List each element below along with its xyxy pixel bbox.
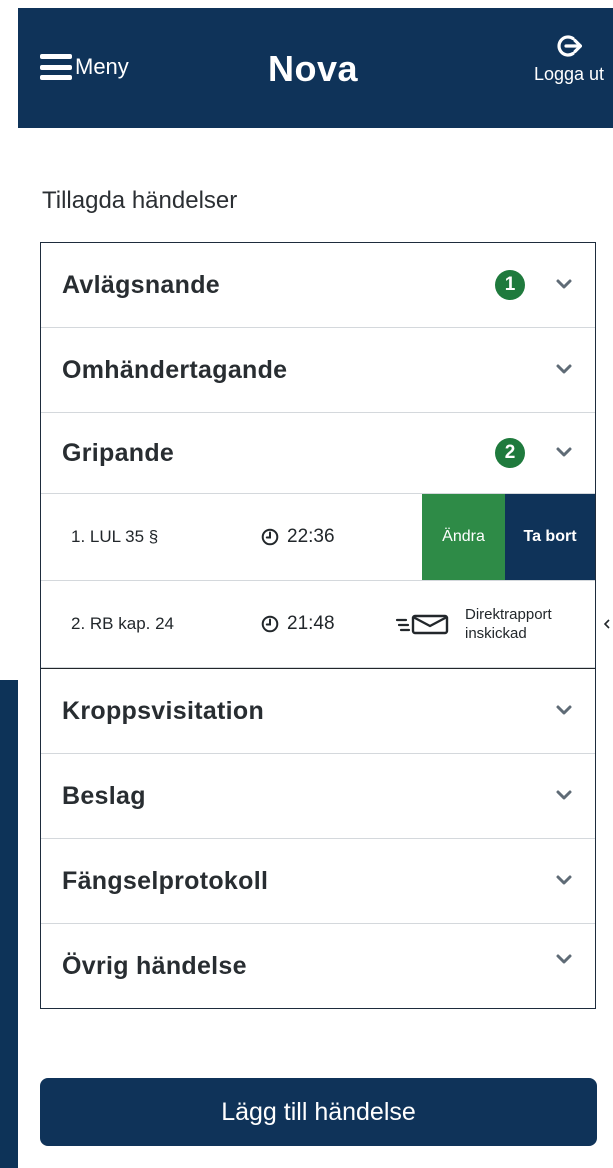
accordion-item-label: Omhändertagande [62,355,288,384]
edit-button[interactable]: Ändra [422,494,505,580]
hamburger-icon [40,54,72,80]
event-entry-label: 1. LUL 35 § [71,527,159,546]
accordion-item-label: Fängselprotokoll [62,866,269,895]
chevron-left-icon [603,619,610,629]
delete-button[interactable]: Ta bort [505,494,595,580]
accordion-item-avlagsnande[interactable]: Avlägsnande 1 [41,243,595,328]
menu-button[interactable]: Meny [40,54,129,80]
background-panel-edge [0,680,18,1168]
accordion-item-label: Gripande [62,438,175,467]
mail-sent-icon [395,614,449,635]
event-entry-time: 21:48 [261,613,335,635]
events-accordion: Avlägsnande 1 Omhändertagande Gripande 2… [40,242,610,1009]
chevron-down-icon [556,790,572,800]
chevron-down-icon [556,954,572,964]
accordion-item-label: Övrig händelse [62,951,247,980]
event-entry-time-value: 21:48 [287,613,335,634]
event-entry-time: 22:36 [261,526,335,548]
accordion-item-label: Avlägsnande [62,270,220,299]
report-status-line2: inskickad [465,625,527,642]
clock-icon [261,528,279,546]
accordion-item-fangselprotokoll[interactable]: Fängselprotokoll [41,839,595,924]
clock-icon [261,615,279,633]
chevron-down-icon [556,705,572,715]
report-status: Direktrapport inskickad [395,605,552,643]
chevron-down-icon [556,364,572,374]
accordion-item-omhandertagande[interactable]: Omhändertagande [41,328,595,413]
accordion-item-ovrig[interactable]: Övrig händelse [41,924,595,1008]
accordion-item-label: Kroppsvisitation [62,696,265,725]
report-status-line1: Direktrapport [465,606,552,623]
app-header: Meny Nova Logga ut [18,8,613,128]
menu-label: Meny [75,54,129,79]
chevron-down-icon [556,447,572,457]
logout-label: Logga ut [533,64,605,84]
count-badge: 1 [495,270,525,300]
accordion-item-gripande[interactable]: Gripande 2 [41,413,595,494]
section-title: Tillagda händelser [42,187,238,214]
event-entry-time-value: 22:36 [287,526,335,547]
accordion-item-beslag[interactable]: Beslag [41,754,595,839]
add-event-button[interactable]: Lägg till händelse [40,1078,597,1146]
event-entry-label: 2. RB kap. 24 [71,614,175,633]
chevron-down-icon [556,279,572,289]
event-entry-row: 1. LUL 35 § 22:36 Ändra Ta bort [41,494,595,581]
app-title: Nova [268,48,359,89]
logout-button[interactable]: Logga ut [529,32,609,85]
accordion-item-kroppsvisitation[interactable]: Kroppsvisitation [41,668,595,754]
chevron-down-icon [556,875,572,885]
event-entry-row: 2. RB kap. 24 21:48 Direktrapport inskic… [41,581,610,668]
count-badge: 2 [495,438,525,468]
accordion-item-label: Beslag [62,781,146,810]
logout-icon [557,35,582,57]
report-status-text: Direktrapport inskickad [465,605,552,643]
